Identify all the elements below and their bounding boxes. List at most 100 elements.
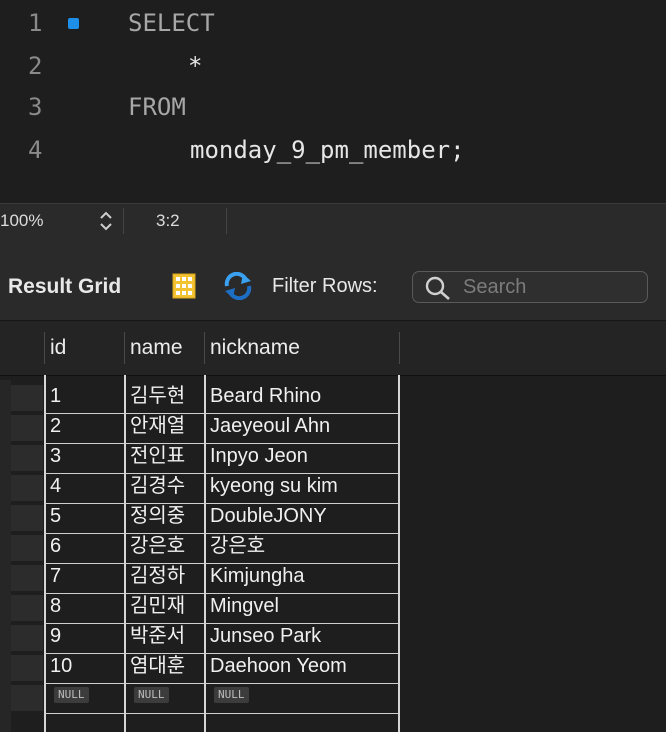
null-badge-nickname[interactable]: NULL (214, 687, 249, 703)
cell-id[interactable]: 6 (50, 533, 61, 560)
grid-row-line (44, 713, 399, 714)
cell-nickname[interactable]: Beard Rhino (210, 383, 321, 410)
cell-id[interactable]: 9 (50, 623, 61, 650)
sql-keyword: SELECT (128, 9, 215, 37)
cell-nickname[interactable]: 강은호 (210, 533, 265, 560)
grid-row-line (44, 473, 399, 474)
row-selector[interactable] (11, 415, 43, 441)
cell-id[interactable]: 2 (50, 413, 61, 440)
cell-nickname[interactable]: Kimjungha (210, 563, 305, 590)
row-selector[interactable] (11, 565, 43, 591)
table-row[interactable]: 10 염대훈 Daehoon Yeom (0, 652, 666, 682)
column-divider[interactable] (44, 332, 45, 364)
row-selector[interactable] (11, 685, 43, 711)
editor-status-bar: 100% 3:2 (0, 203, 666, 239)
code-line-3[interactable]: 3 FROM (0, 87, 666, 127)
sql-text: * (188, 52, 203, 80)
grid-row-line (44, 533, 399, 534)
column-header-name[interactable]: name (130, 336, 183, 360)
result-grid-title[interactable]: Result Grid (8, 275, 121, 299)
cell-name[interactable]: 강은호 (130, 533, 185, 560)
cell-nickname[interactable]: kyeong su kim (210, 473, 338, 500)
code-line-2[interactable]: 2 * (0, 46, 666, 86)
row-selector[interactable] (11, 535, 43, 561)
cell-name[interactable]: 김두현 (130, 383, 185, 410)
cell-name[interactable]: 염대훈 (130, 653, 185, 680)
row-selector[interactable] (11, 505, 43, 531)
grid-row-line (44, 413, 399, 414)
grid-column-line (44, 375, 46, 732)
filter-search-input[interactable] (463, 274, 638, 300)
grid-header: id name nickname (0, 321, 666, 376)
filter-rows-label: Filter Rows: (272, 275, 378, 297)
column-header-nickname[interactable]: nickname (210, 336, 300, 360)
search-icon (425, 276, 450, 300)
result-grid[interactable]: id name nickname 1 김두현 Beard Rhino 2 안재열… (0, 321, 666, 732)
row-selector[interactable] (11, 595, 43, 621)
row-selector[interactable] (11, 475, 43, 501)
cell-name[interactable]: 박준서 (130, 623, 185, 650)
cell-nickname[interactable]: Daehoon Yeom (210, 653, 347, 680)
column-header-id[interactable]: id (50, 336, 66, 360)
table-row[interactable]: 3 전인표 Inpyo Jeon (0, 442, 666, 472)
cell-nickname[interactable]: Jaeyeoul Ahn (210, 413, 330, 440)
table-row[interactable]: 5 정의중 DoubleJONY (0, 502, 666, 532)
column-divider[interactable] (204, 332, 205, 364)
grid-row-line (44, 653, 399, 654)
cell-name[interactable]: 김민재 (130, 593, 185, 620)
null-badge-name[interactable]: NULL (134, 687, 169, 703)
table-row[interactable]: 7 김정하 Kimjungha (0, 562, 666, 592)
cell-id[interactable]: 5 (50, 503, 61, 530)
table-row[interactable]: 9 박준서 Junseo Park (0, 622, 666, 652)
grid-view-icon[interactable] (172, 273, 196, 299)
line-number: 4 (28, 136, 43, 164)
column-divider[interactable] (124, 332, 125, 364)
cell-id[interactable]: 4 (50, 473, 61, 500)
table-row[interactable]: 8 김민재 Mingvel (0, 592, 666, 622)
cell-id[interactable]: 3 (50, 443, 61, 470)
line-number: 1 (28, 9, 43, 37)
cell-nickname[interactable]: Junseo Park (210, 623, 321, 650)
row-gutter-strip (0, 380, 11, 732)
new-row[interactable]: NULL NULL NULL (0, 682, 666, 712)
zoom-stepper-icon[interactable] (98, 210, 114, 232)
sql-editor[interactable]: 1 SELECT 2 * 3 FROM 4 monday_9_pm_member… (0, 0, 666, 203)
table-row[interactable]: 2 안재열 Jaeyeoul Ahn (0, 412, 666, 442)
grid-column-line (124, 375, 126, 732)
null-badge-id[interactable]: NULL (54, 687, 89, 703)
grid-row-line (44, 623, 399, 624)
cell-name[interactable]: 전인표 (130, 443, 185, 470)
table-row[interactable]: 4 김경수 kyeong su kim (0, 472, 666, 502)
grid-row-line (44, 683, 399, 684)
status-divider (123, 208, 124, 234)
cell-name[interactable]: 정의중 (130, 503, 185, 530)
cell-name[interactable]: 김경수 (130, 473, 185, 500)
cell-id[interactable]: 8 (50, 593, 61, 620)
refresh-icon[interactable] (222, 272, 254, 300)
grid-row-line (44, 443, 399, 444)
zoom-level[interactable]: 100% (0, 211, 43, 231)
cell-id[interactable]: 10 (50, 653, 72, 680)
table-row[interactable]: 1 김두현 Beard Rhino (0, 382, 666, 412)
row-selector[interactable] (11, 385, 43, 411)
row-selector[interactable] (11, 445, 43, 471)
row-selector[interactable] (11, 625, 43, 651)
row-selector[interactable] (11, 655, 43, 681)
cell-id[interactable]: 7 (50, 563, 61, 590)
code-line-1[interactable]: 1 SELECT (0, 3, 666, 43)
cell-name[interactable]: 안재열 (130, 413, 185, 440)
column-divider[interactable] (399, 332, 400, 364)
cell-name[interactable]: 김정하 (130, 563, 185, 590)
cell-nickname[interactable]: Inpyo Jeon (210, 443, 308, 470)
cell-nickname[interactable]: Mingvel (210, 593, 279, 620)
cell-id[interactable]: 1 (50, 383, 61, 410)
cell-nickname[interactable]: DoubleJONY (210, 503, 327, 530)
status-divider (226, 208, 227, 234)
code-line-4[interactable]: 4 monday_9_pm_member; (0, 130, 666, 170)
table-row[interactable]: 6 강은호 강은호 (0, 532, 666, 562)
grid-row-line (44, 503, 399, 504)
grid-row-line (44, 563, 399, 564)
line-number: 3 (28, 93, 43, 121)
filter-search-box[interactable] (412, 271, 648, 303)
line-number: 2 (28, 52, 43, 80)
